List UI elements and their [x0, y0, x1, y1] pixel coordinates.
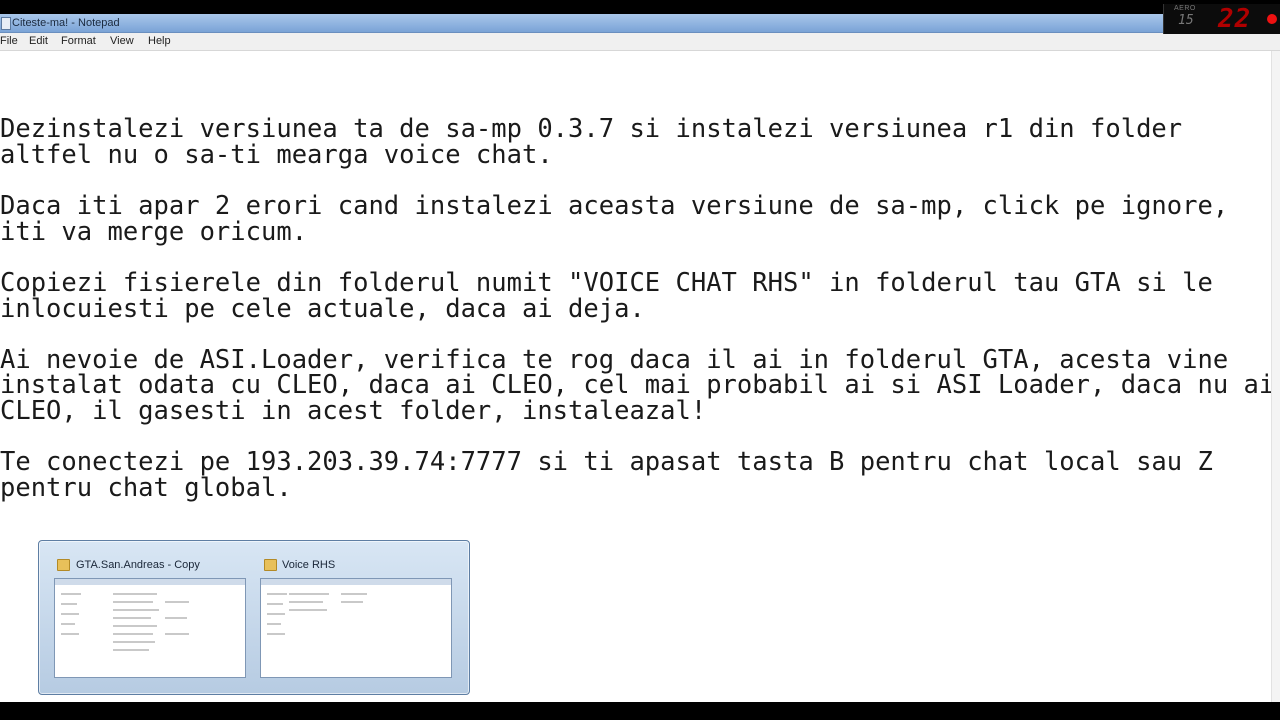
thumbnail-line [113, 641, 155, 643]
window-title: Citeste-ma! - Notepad [12, 17, 120, 29]
menu-file[interactable]: File [0, 34, 18, 49]
recording-overlay: AERO 15 22 [1163, 4, 1280, 34]
thumbnail-line [113, 633, 153, 635]
thumbnail-line [267, 593, 287, 595]
thumbnail-toolbar [261, 579, 451, 585]
thumbnail-line [61, 613, 79, 615]
text-line: instalat odata cu CLEO, daca ai CLEO, ce… [0, 370, 1272, 400]
text-line: CLEO, il gasesti in acest folder, instal… [0, 396, 707, 426]
text-line: Te conectezi pe 193.203.39.74:7777 si ti… [0, 447, 1213, 477]
thumbnail-line [341, 601, 363, 603]
menu-format[interactable]: Format [61, 34, 96, 49]
thumbnail-line [165, 601, 189, 603]
title-bar[interactable]: Citeste-ma! - Notepad [0, 14, 1280, 33]
thumbnail-line [113, 617, 151, 619]
thumbnail-gta-san-andreas-copy[interactable] [54, 578, 246, 678]
thumbnail-line [289, 593, 329, 595]
menu-bar: File Edit Format View Help [0, 33, 1280, 51]
thumbnail-line [341, 593, 367, 595]
taskbar-preview-popup: GTA.San.Andreas - Copy Voice RHS [38, 540, 470, 695]
text-line: iti va merge oricum. [0, 217, 308, 247]
menu-help[interactable]: Help [148, 34, 171, 49]
thumbnail-line [165, 633, 189, 635]
thumbnail-line [113, 593, 157, 595]
bottom-black-strip [0, 702, 1280, 720]
folder-icon [264, 559, 277, 571]
thumbnail-line [113, 601, 153, 603]
text-line: inlocuiesti pe cele actuale, daca ai dej… [0, 294, 645, 324]
folder-icon [57, 559, 70, 571]
thumbnail-line [267, 603, 283, 605]
text-line: Copiezi fisierele din folderul numit "VO… [0, 268, 1213, 298]
menu-edit[interactable]: Edit [29, 34, 48, 49]
thumbnail-toolbar [55, 579, 245, 585]
thumbnail-voice-rhs[interactable] [260, 578, 452, 678]
thumbnail-line [289, 609, 327, 611]
thumbnail-title[interactable]: Voice RHS [282, 559, 335, 571]
thumbnail-line [61, 623, 75, 625]
thumbnail-line [113, 649, 149, 651]
thumbnail-line [267, 613, 285, 615]
text-line: Daca iti apar 2 erori cand instalezi ace… [0, 191, 1229, 221]
thumbnail-line [61, 593, 81, 595]
thumbnail-line [267, 633, 285, 635]
hud-small-counter: 15 [1178, 13, 1194, 28]
text-line: pentru chat global. [0, 473, 292, 503]
thumbnail-line [289, 601, 323, 603]
thumbnail-line [113, 609, 159, 611]
top-black-strip [0, 0, 1280, 14]
notepad-icon [1, 17, 11, 30]
text-line: altfel nu o sa-ti mearga voice chat. [0, 140, 553, 170]
record-dot-icon [1267, 14, 1277, 24]
hud-label: AERO [1174, 5, 1196, 12]
thumbnail-title[interactable]: GTA.San.Andreas - Copy [76, 559, 200, 571]
thumbnail-line [267, 623, 281, 625]
thumbnail-line [61, 603, 77, 605]
thumbnail-line [61, 633, 79, 635]
vertical-scrollbar[interactable] [1271, 51, 1280, 702]
thumbnail-line [113, 625, 157, 627]
menu-view[interactable]: View [110, 34, 134, 49]
text-line: Dezinstalezi versiunea ta de sa-mp 0.3.7… [0, 114, 1183, 144]
hud-counter: 22 [1218, 4, 1252, 34]
thumbnail-line [165, 617, 187, 619]
